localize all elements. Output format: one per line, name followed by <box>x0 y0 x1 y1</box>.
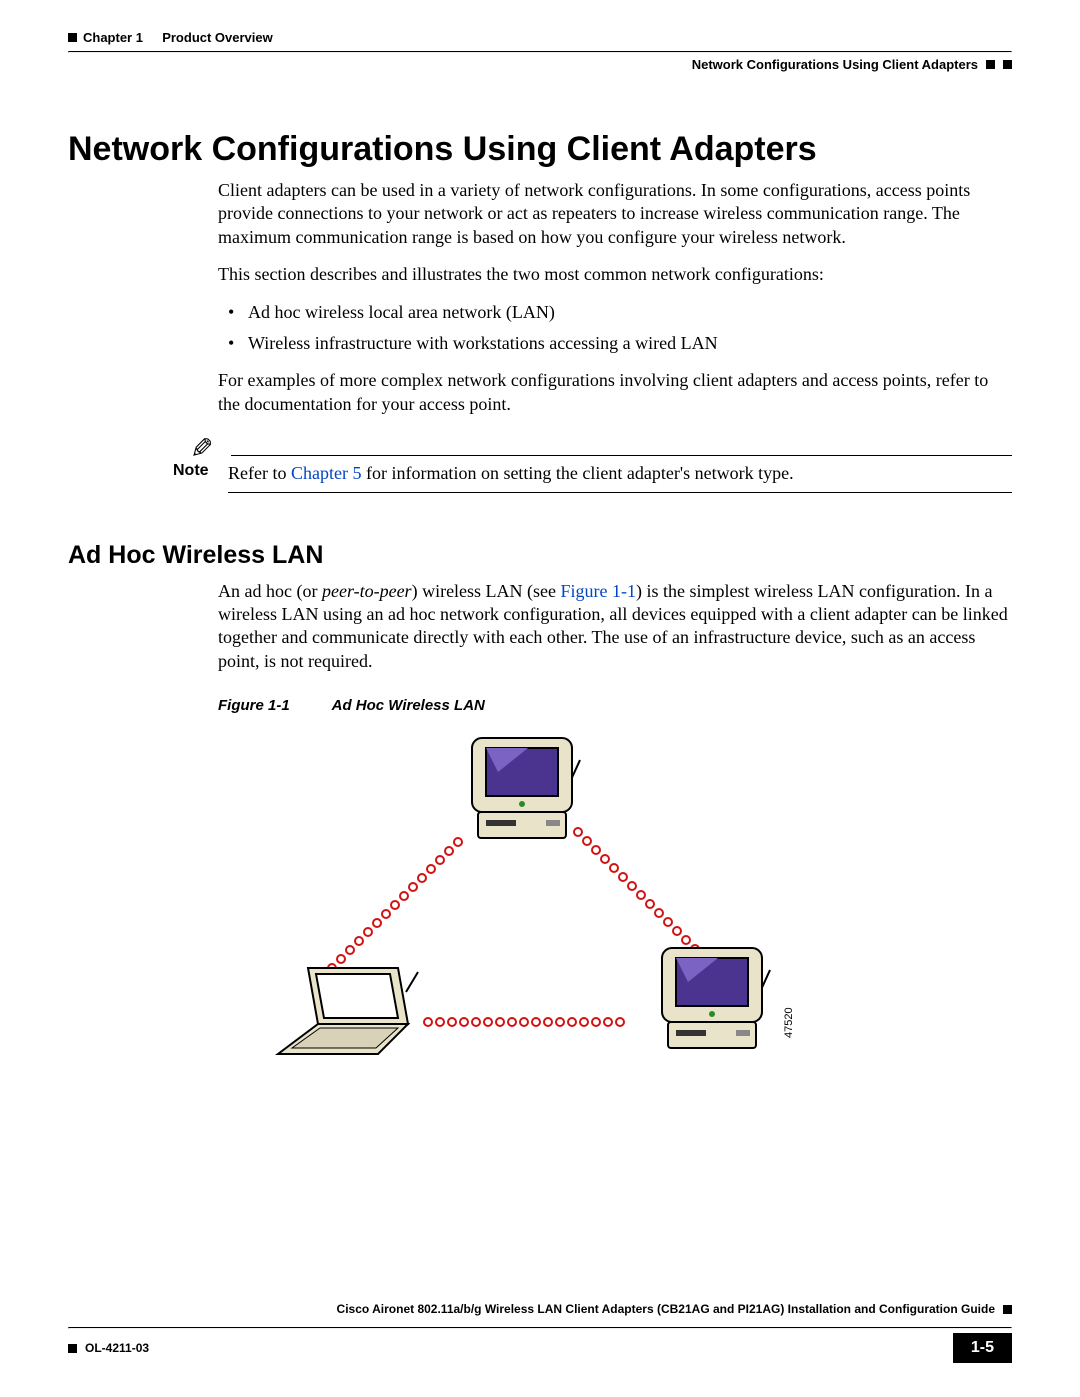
figure-adhoc-diagram: 47520 <box>218 722 1012 1082</box>
note-chapter-link[interactable]: Chapter 5 <box>291 463 361 483</box>
desktop-icon-right <box>662 948 770 1048</box>
header-square-icon-right1 <box>986 60 995 69</box>
page-number: 1-5 <box>953 1333 1012 1363</box>
note-block: ✎ Note Refer to Chapter 5 for informatio… <box>173 436 1012 492</box>
figure-title: Ad Hoc Wireless LAN <box>332 697 485 714</box>
subsection-title: Ad Hoc Wireless LAN <box>68 541 1012 570</box>
note-text-post: for information on setting the client ad… <box>361 463 793 483</box>
header-chapter-title: Product Overview <box>162 30 273 45</box>
bullet-infra: Wireless infrastructure with workstation… <box>218 332 1012 355</box>
header-square-icon-right2 <box>1003 60 1012 69</box>
adhoc-p-b: ) wireless LAN (see <box>412 581 561 601</box>
footer-rule <box>68 1327 1012 1329</box>
note-text: Refer to Chapter 5 for information on se… <box>228 462 1012 485</box>
desktop-icon-top <box>472 738 580 838</box>
adhoc-p-italic: peer-to-peer <box>322 581 412 601</box>
footer-doc-id: OL-4211-03 <box>85 1341 149 1355</box>
intro-paragraph-2: This section describes and illustrates t… <box>218 263 1012 286</box>
footer-guide-title: Cisco Aironet 802.11a/b/g Wireless LAN C… <box>337 1302 995 1316</box>
figure-number: Figure 1-1 <box>218 697 328 714</box>
figure-link[interactable]: Figure 1-1 <box>561 581 637 601</box>
header-section-right: Network Configurations Using Client Adap… <box>692 57 978 72</box>
pencil-icon: ✎ <box>190 436 213 464</box>
intro-paragraph-3: For examples of more complex network con… <box>218 369 1012 416</box>
note-text-pre: Refer to <box>228 463 291 483</box>
figure-id-label: 47520 <box>783 1007 795 1038</box>
adhoc-p-a: An ad hoc (or <box>218 581 322 601</box>
bullet-adhoc: Ad hoc wireless local area network (LAN) <box>218 301 1012 324</box>
laptop-icon <box>278 968 418 1054</box>
footer-square-icon-left <box>68 1344 77 1353</box>
figure-caption: Figure 1-1 Ad Hoc Wireless LAN <box>218 697 1012 714</box>
header-chapter-label: Chapter 1 <box>83 30 143 45</box>
config-bullet-list: Ad hoc wireless local area network (LAN)… <box>218 301 1012 356</box>
page-footer: Cisco Aironet 802.11a/b/g Wireless LAN C… <box>68 1302 1012 1363</box>
page-title: Network Configurations Using Client Adap… <box>68 130 1012 169</box>
header-square-icon <box>68 33 77 42</box>
adhoc-paragraph: An ad hoc (or peer-to-peer) wireless LAN… <box>218 580 1012 674</box>
intro-paragraph-1: Client adapters can be used in a variety… <box>218 179 1012 249</box>
footer-square-icon <box>1003 1305 1012 1314</box>
